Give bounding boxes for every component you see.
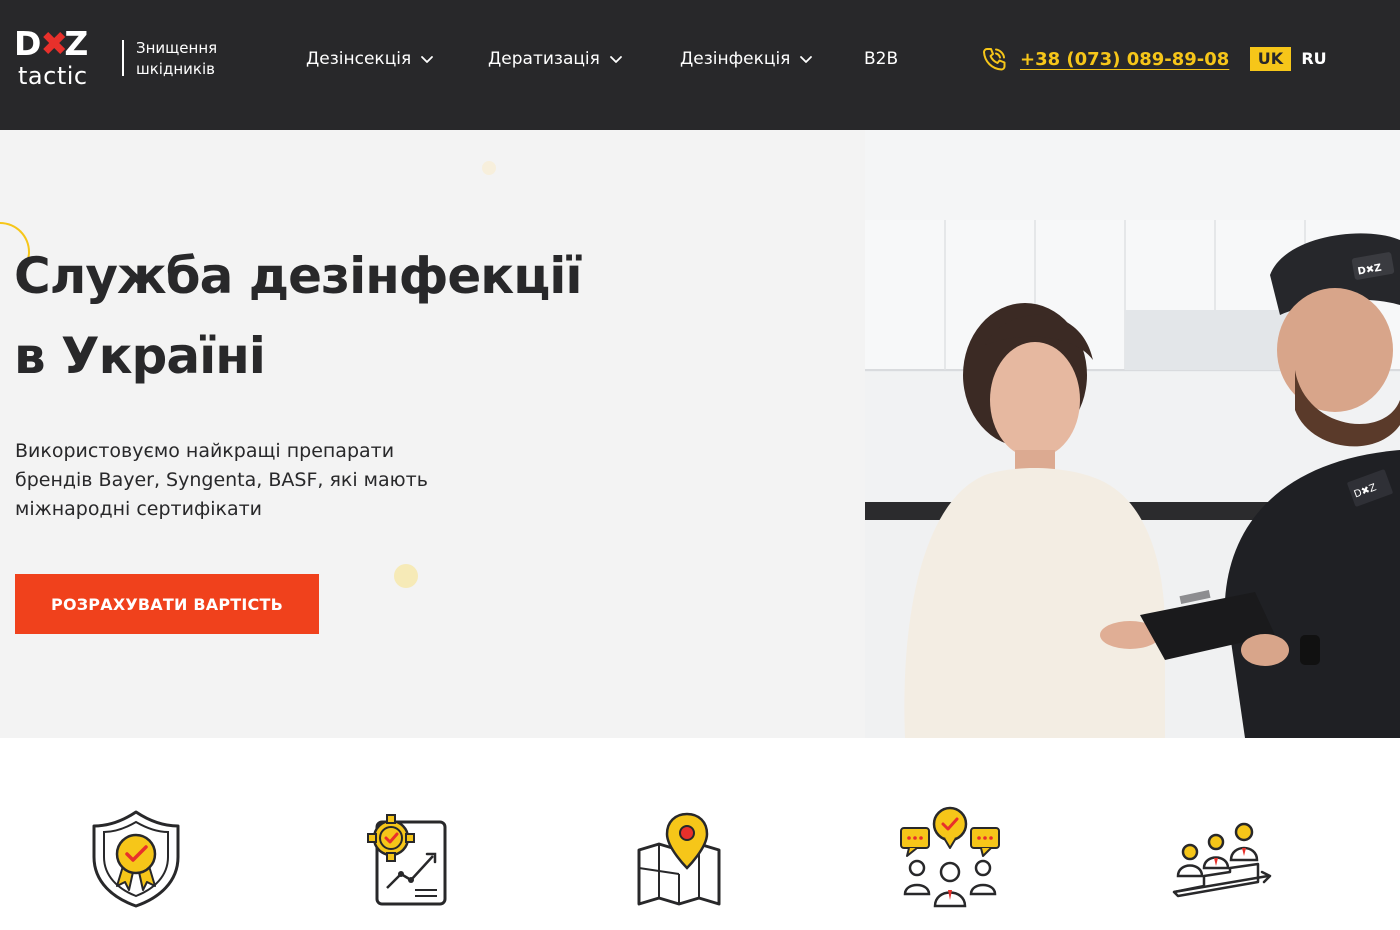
hero-title: Служба дезінфекції в Україні xyxy=(14,236,714,396)
team-approval-chat-icon xyxy=(900,806,1000,908)
logo-wordmark: D✖Z xyxy=(14,24,88,63)
phone-number: +38 (073) 089-89-08 xyxy=(1020,48,1230,70)
tagline-line-1: Знищення xyxy=(136,39,218,57)
gear-growth-chart-icon xyxy=(367,814,447,906)
hero-subtitle-line-3: міжнародні сертифікати xyxy=(15,498,263,520)
dez-tactic-logo[interactable]: D✖Z tactic xyxy=(14,26,124,92)
hero-subtitle: Використовуємо найкращі препарати бренді… xyxy=(15,437,485,524)
chevron-down-icon xyxy=(798,51,814,67)
chevron-down-icon xyxy=(608,51,624,67)
hero-photo: D✖Z D✖Z xyxy=(865,130,1400,738)
lang-uk-button[interactable]: UK xyxy=(1250,47,1291,71)
logo-divider xyxy=(122,40,124,76)
nav-label: Дезінфекція xyxy=(680,49,791,69)
hero-subtitle-line-1: Використовуємо найкращі препарати xyxy=(15,440,395,462)
decorative-dot xyxy=(394,564,418,588)
lang-ru-button[interactable]: RU xyxy=(1296,47,1332,71)
hero-title-line-1: Служба дезінфекції xyxy=(14,247,583,305)
nav-b2b[interactable]: B2B xyxy=(864,46,898,72)
hero-subtitle-line-2: брендів Bayer, Syngenta, BASF, які мають xyxy=(15,469,428,491)
nav-label: Дезінсекція xyxy=(306,49,412,69)
nav-label: B2B xyxy=(864,49,899,69)
feature-shield-certificate xyxy=(81,802,191,912)
logo-subtext: tactic xyxy=(18,62,88,90)
phone-link[interactable]: +38 (073) 089-89-08 xyxy=(980,44,1229,74)
header-tagline: Знищення шкідників xyxy=(136,38,246,80)
team-podium-progress-icon xyxy=(1172,822,1272,898)
hero-title-line-2: в Україні xyxy=(14,327,266,385)
nav-deratyzatsiia[interactable]: Дератизація xyxy=(488,46,624,72)
hero-photo-illustration: D✖Z D✖Z xyxy=(865,130,1400,738)
decorative-dot xyxy=(482,161,496,175)
feature-team-podium xyxy=(1168,802,1278,912)
feature-map-location xyxy=(625,802,735,912)
shield-certificate-icon xyxy=(92,810,180,908)
nav-dezinfektsiia[interactable]: Дезінфекція xyxy=(680,46,814,72)
nav-dezinsektsiia[interactable]: Дезінсекція xyxy=(306,46,435,72)
map-location-pin-icon xyxy=(637,812,721,906)
nav-label: Дератизація xyxy=(488,49,600,69)
site-header: D✖Z tactic Знищення шкідників Дезінсекці… xyxy=(0,0,1400,130)
feature-team-approval xyxy=(895,802,1005,912)
feature-gear-growth xyxy=(355,802,465,912)
hero-section: Служба дезінфекції в Україні Використову… xyxy=(0,130,1400,738)
tagline-line-2: шкідників xyxy=(136,60,215,78)
calculate-cost-button[interactable]: РОЗРАХУВАТИ ВАРТІСТЬ xyxy=(15,574,319,634)
chevron-down-icon xyxy=(419,51,435,67)
phone-icon xyxy=(980,45,1008,73)
